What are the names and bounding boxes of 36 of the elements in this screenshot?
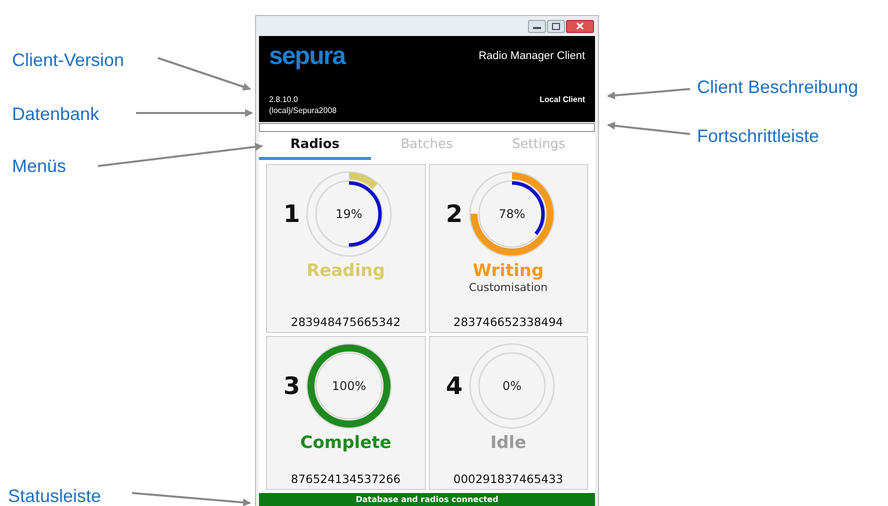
percent-label: 100% bbox=[332, 378, 366, 393]
maximize-button[interactable] bbox=[547, 20, 565, 32]
percent-label: 0% bbox=[502, 378, 522, 393]
serial-number: 283746652338494 bbox=[453, 314, 564, 330]
serial-number: 000291837465433 bbox=[453, 472, 564, 487]
callout-label: Menüs bbox=[12, 157, 66, 175]
radio-number: 1 bbox=[283, 202, 300, 226]
app-title: Radio Manager Client bbox=[478, 49, 585, 64]
percent-label: 78% bbox=[498, 207, 525, 221]
serial-number: 876524134537266 bbox=[290, 472, 401, 487]
version-label: 2.8.10.0 bbox=[269, 94, 299, 105]
status-detail: Customisation bbox=[468, 281, 548, 296]
radio-number: 4 bbox=[446, 374, 463, 398]
status-label: Reading bbox=[306, 261, 385, 282]
radio-number: 3 bbox=[283, 374, 300, 398]
callout-label: Fortschrittleiste bbox=[697, 127, 820, 145]
close-icon bbox=[576, 22, 584, 30]
callout-label: Statusleiste bbox=[8, 487, 102, 505]
tab[interactable]: Settings bbox=[482, 132, 595, 160]
status-label: Writing bbox=[472, 261, 544, 282]
minimize-button[interactable] bbox=[528, 20, 546, 32]
maximize-icon bbox=[552, 22, 560, 30]
client-description: Local Client bbox=[540, 94, 585, 106]
status-label: Complete bbox=[300, 432, 392, 454]
status-label: Idle bbox=[490, 432, 526, 454]
callout-label: Client-Version bbox=[12, 51, 124, 69]
callout-label: Client Beschreibung bbox=[697, 78, 858, 96]
percent-label: 19% bbox=[336, 207, 362, 221]
database-label: (local)/Sepura2008 bbox=[269, 104, 337, 116]
close-button[interactable] bbox=[566, 20, 594, 32]
callout-label: Datenbank bbox=[12, 105, 100, 123]
tab[interactable]: Batches bbox=[370, 132, 483, 160]
logo: sepura bbox=[269, 44, 345, 69]
serial-number: 283948475665342 bbox=[290, 314, 401, 330]
radio-number: 2 bbox=[446, 202, 463, 226]
status-bar: Database and radios connected bbox=[259, 493, 595, 506]
